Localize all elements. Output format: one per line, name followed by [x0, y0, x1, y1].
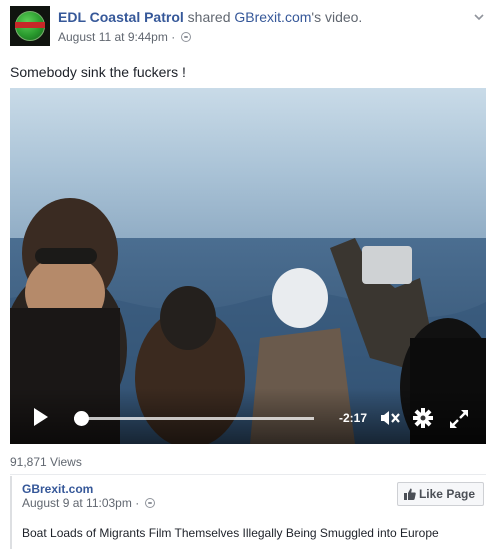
post-timestamp[interactable]: August 11 at 9:44pm — [58, 30, 168, 44]
mute-icon[interactable] — [380, 408, 402, 428]
view-count: 91,871 Views — [10, 455, 82, 469]
progress-track[interactable] — [74, 417, 314, 420]
globe-icon — [144, 498, 155, 508]
like-page-label: Like Page — [418, 487, 475, 501]
time-remaining: -2:17 — [339, 411, 368, 425]
shared-card-border — [10, 476, 12, 549]
progress-knob[interactable] — [74, 411, 90, 426]
shared-page-timestamp[interactable]: August 9 at 11:03pm — [22, 496, 132, 510]
play-icon[interactable] — [34, 408, 48, 426]
divider — [10, 474, 486, 475]
video-player[interactable]: -2:17 — [10, 88, 486, 444]
author-avatar[interactable] — [10, 6, 50, 46]
globe-icon — [180, 32, 191, 42]
thumbs-up-icon — [403, 488, 416, 500]
shared-source-link[interactable]: GBrexit.com — [234, 9, 311, 25]
shared-page-meta: August 9 at 11:03pm · — [22, 495, 155, 511]
author-name-link[interactable]: EDL Coastal Patrol — [58, 9, 184, 25]
fullscreen-icon[interactable] — [448, 408, 470, 430]
post-meta: August 11 at 9:44pm · — [58, 29, 191, 45]
post-header: EDL Coastal Patrol shared GBrexit.com's … — [10, 6, 486, 50]
post-text: Somebody sink the fuckers ! — [10, 64, 186, 80]
post-title-line: EDL Coastal Patrol shared GBrexit.com's … — [58, 7, 362, 27]
shared-suffix: 's video. — [311, 9, 363, 25]
chevron-down-icon[interactable] — [472, 10, 486, 24]
shared-page-card: GBrexit.com August 9 at 11:03pm · Like P… — [10, 476, 486, 549]
action-text: shared — [183, 9, 235, 25]
shared-video-title[interactable]: Boat Loads of Migrants Film Themselves I… — [22, 525, 439, 541]
video-controls: -2:17 — [10, 388, 486, 444]
like-page-button[interactable]: Like Page — [396, 482, 484, 506]
gear-icon[interactable] — [412, 407, 434, 429]
